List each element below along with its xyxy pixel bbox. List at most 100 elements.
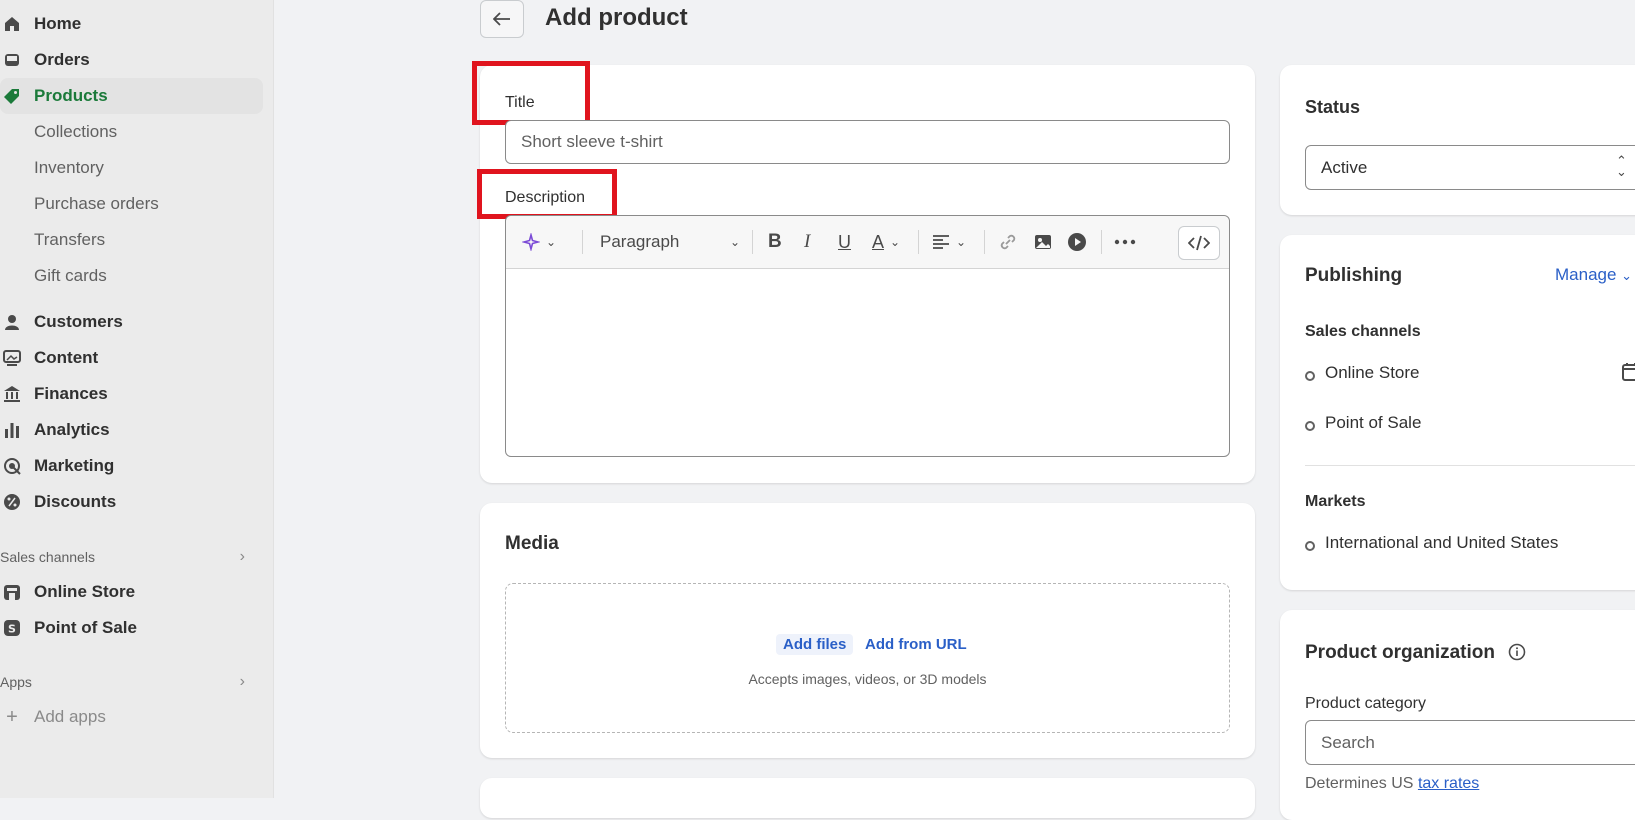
- tax-hint: Determines US tax rates: [1305, 775, 1479, 793]
- ai-magic-button[interactable]: ⌄: [522, 230, 556, 254]
- markets-title: Markets: [1305, 493, 1366, 510]
- tag-icon: [2, 86, 22, 106]
- media-title: Media: [505, 533, 559, 554]
- insert-image-button[interactable]: [1033, 230, 1053, 254]
- link-button[interactable]: [998, 230, 1018, 254]
- status-card: Status Active ⌃ ⌄: [1280, 65, 1635, 215]
- market-item: International and United States: [1325, 533, 1559, 552]
- bar-chart-icon: [2, 420, 22, 440]
- sidebar-item-gift-cards[interactable]: Gift cards: [0, 258, 263, 294]
- play-circle-icon: [1068, 233, 1086, 251]
- target-icon: [2, 456, 22, 476]
- link-icon: [1000, 234, 1016, 250]
- channel-online-store: Online Store: [1325, 363, 1420, 382]
- calendar-icon[interactable]: [1622, 362, 1635, 382]
- media-dropzone[interactable]: Add files Add from URL Accepts images, v…: [505, 583, 1230, 733]
- status-dot: [1305, 541, 1315, 551]
- title-label: Title: [505, 94, 535, 111]
- publishing-card: Publishing Manage ⌄ Sales channels Onlin…: [1280, 235, 1635, 590]
- product-category-search[interactable]: Search: [1305, 720, 1635, 765]
- sidebar-item-analytics[interactable]: Analytics: [0, 412, 263, 448]
- chevron-right-icon: ›: [239, 673, 245, 690]
- info-icon[interactable]: [1508, 643, 1526, 661]
- person-icon: [2, 312, 22, 332]
- manage-label: Manage: [1555, 265, 1617, 284]
- chevron-down-icon: ⌄: [956, 235, 967, 249]
- sidebar-item-marketing[interactable]: Marketing: [0, 448, 263, 484]
- toolbar-divider: [582, 230, 583, 254]
- sidebar-item-finances[interactable]: Finances: [0, 376, 263, 412]
- section-label: Apps: [0, 674, 32, 690]
- publishing-title: Publishing: [1305, 265, 1403, 286]
- sidebar-item-label: Marketing: [34, 456, 115, 475]
- image-icon: [2, 348, 22, 368]
- bold-button[interactable]: B: [768, 230, 782, 254]
- sidebar-item-home[interactable]: Home: [0, 6, 263, 42]
- status-select-value: Active: [1321, 157, 1368, 177]
- italic-button[interactable]: I: [804, 230, 810, 254]
- align-button[interactable]: ⌄: [932, 230, 966, 254]
- paragraph-select[interactable]: Paragraph ⌄: [600, 230, 740, 254]
- sidebar-item-online-store[interactable]: Online Store: [0, 574, 263, 610]
- sidebar-item-transfers[interactable]: Transfers: [0, 222, 263, 258]
- search-placeholder: Search: [1321, 732, 1375, 752]
- sidebar-item-label: Point of Sale: [34, 618, 137, 637]
- page-title: Add product: [545, 4, 688, 31]
- code-icon: [1188, 235, 1210, 251]
- chevron-down-icon: ⌄: [546, 235, 557, 249]
- sidebar-item-orders[interactable]: Orders: [0, 42, 263, 78]
- sidebar-item-products[interactable]: Products: [0, 78, 263, 114]
- text-color-button[interactable]: A ⌄: [872, 230, 900, 254]
- title-input[interactable]: Short sleeve t-shirt: [505, 120, 1230, 164]
- sidebar-item-purchase-orders[interactable]: Purchase orders: [0, 186, 263, 222]
- image-icon: [1035, 235, 1051, 249]
- chevron-down-icon: ⌄: [890, 235, 901, 249]
- product-category-label: Product category: [1305, 695, 1426, 712]
- add-from-url-button[interactable]: Add from URL: [865, 636, 967, 653]
- sidebar-item-label: Orders: [34, 50, 90, 69]
- sidebar-item-label: Collections: [34, 122, 118, 141]
- sidebar-item-add-apps[interactable]: + Add apps: [0, 699, 263, 735]
- toolbar-divider: [918, 230, 919, 254]
- toolbar-divider: [1101, 230, 1102, 254]
- toolbar-divider: [984, 230, 985, 254]
- underline-button[interactable]: U: [838, 230, 851, 254]
- html-code-button[interactable]: [1178, 226, 1220, 260]
- sidebar-section-sales-channels[interactable]: Sales channels ›: [0, 545, 245, 569]
- sidebar-item-label: Purchase orders: [34, 194, 159, 213]
- back-button[interactable]: [480, 0, 524, 38]
- media-card: Media Add files Add from URL Accepts ima…: [480, 503, 1255, 758]
- chevron-down-icon: ⌄: [1621, 268, 1633, 283]
- sidebar-item-label: Discounts: [34, 492, 117, 511]
- tax-rates-link[interactable]: tax rates: [1418, 775, 1479, 792]
- section-label: Sales channels: [0, 549, 95, 565]
- title-label-highlight: [472, 61, 590, 125]
- insert-video-button[interactable]: [1067, 230, 1087, 254]
- description-label: Description: [505, 189, 586, 206]
- pos-icon: S: [2, 618, 22, 638]
- sidebar-item-label: Home: [34, 14, 82, 33]
- more-options-button[interactable]: [1114, 230, 1136, 254]
- manage-button[interactable]: Manage ⌄: [1555, 265, 1632, 285]
- home-icon: [2, 14, 22, 34]
- sidebar-item-label: Gift cards: [34, 266, 107, 285]
- organization-title: Product organization: [1305, 642, 1495, 663]
- sidebar-section-apps[interactable]: Apps ›: [0, 670, 245, 694]
- arrow-left-icon: [493, 12, 510, 26]
- add-files-button[interactable]: Add files: [776, 634, 854, 655]
- sidebar-item-discounts[interactable]: Discounts: [0, 484, 263, 520]
- inbox-icon: [2, 50, 22, 70]
- sidebar-item-collections[interactable]: Collections: [0, 114, 263, 150]
- media-hint: Accepts images, videos, or 3D models: [748, 671, 987, 687]
- channel-point-of-sale: Point of Sale: [1325, 413, 1422, 432]
- italic-icon: I: [804, 231, 811, 252]
- status-title: Status: [1305, 97, 1361, 117]
- product-details-card: Title Short sleeve t-shirt Description ⌄…: [472, 61, 1255, 483]
- status-select[interactable]: Active ⌃ ⌄: [1305, 145, 1635, 190]
- sidebar-item-content[interactable]: Content: [0, 340, 263, 376]
- sidebar-item-customers[interactable]: Customers: [0, 304, 263, 340]
- sidebar-item-point-of-sale[interactable]: S Point of Sale: [0, 610, 263, 646]
- discount-icon: [2, 492, 22, 512]
- description-editor[interactable]: ⌄ Paragraph ⌄ B I U A ⌄ ⌄: [505, 215, 1230, 457]
- sidebar-item-inventory[interactable]: Inventory: [0, 150, 263, 186]
